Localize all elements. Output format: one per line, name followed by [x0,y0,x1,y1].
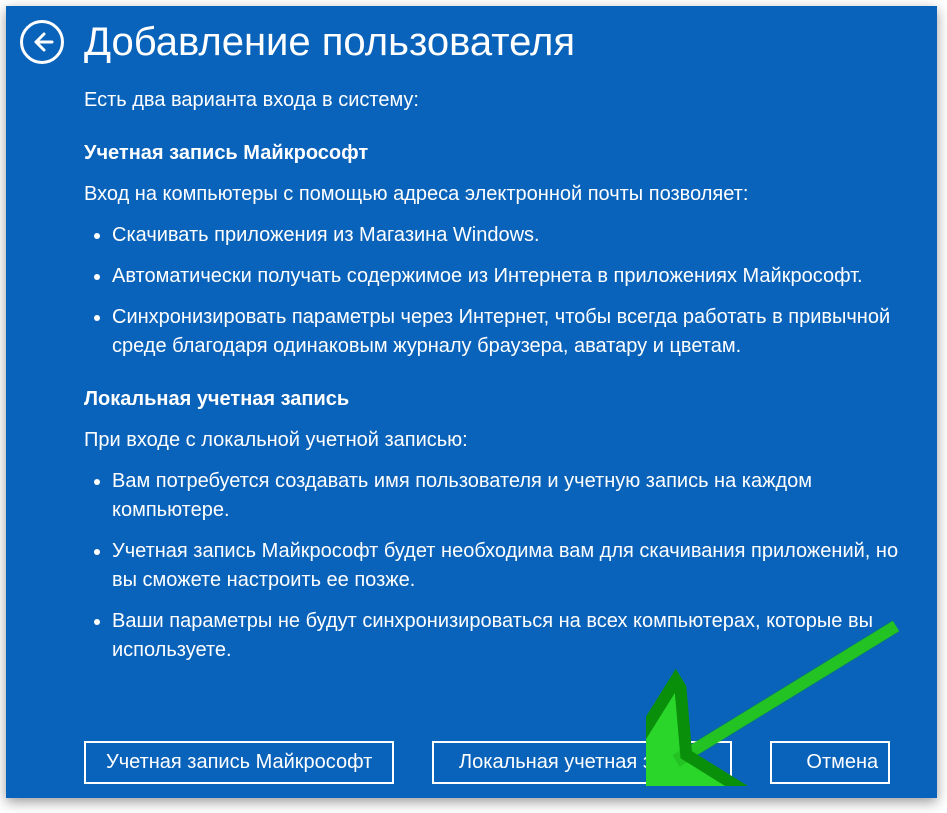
header: Добавление пользователя [6,6,937,68]
content-body: Есть два варианта входа в систему: Учетн… [6,68,937,671]
local-account-heading: Локальная учетная запись [84,385,927,414]
arrow-left-icon [30,30,54,54]
local-account-button[interactable]: Локальная учетная запись [432,741,732,784]
back-button[interactable] [20,20,64,64]
footer-buttons: Учетная запись Майкрософт Локальная учет… [6,741,937,784]
list-item: Учетная запись Майкрософт будет необходи… [112,531,927,601]
local-bullet-list: Вам потребуется создавать имя пользовате… [84,461,927,671]
local-account-lead: При входе с локальной учетной записью: [84,426,927,455]
list-item: Вам потребуется создавать имя пользовате… [112,461,927,531]
ms-bullet-list: Скачивать приложения из Магазина Windows… [84,215,927,367]
cancel-button[interactable]: Отмена [770,741,890,784]
ms-account-heading: Учетная запись Майкрософт [84,139,927,168]
intro-text: Есть два варианта входа в систему: [84,86,927,115]
microsoft-account-button[interactable]: Учетная запись Майкрософт [84,741,394,784]
page-title: Добавление пользователя [84,21,575,63]
list-item: Синхронизировать параметры через Интерне… [112,297,927,367]
list-item: Ваши параметры не будут синхронизировать… [112,601,927,671]
list-item: Автоматически получать содержимое из Инт… [112,256,927,297]
ms-account-lead: Вход на компьютеры с помощью адреса элек… [84,180,927,209]
add-user-panel: Добавление пользователя Есть два вариант… [6,6,937,798]
list-item: Скачивать приложения из Магазина Windows… [112,215,927,256]
